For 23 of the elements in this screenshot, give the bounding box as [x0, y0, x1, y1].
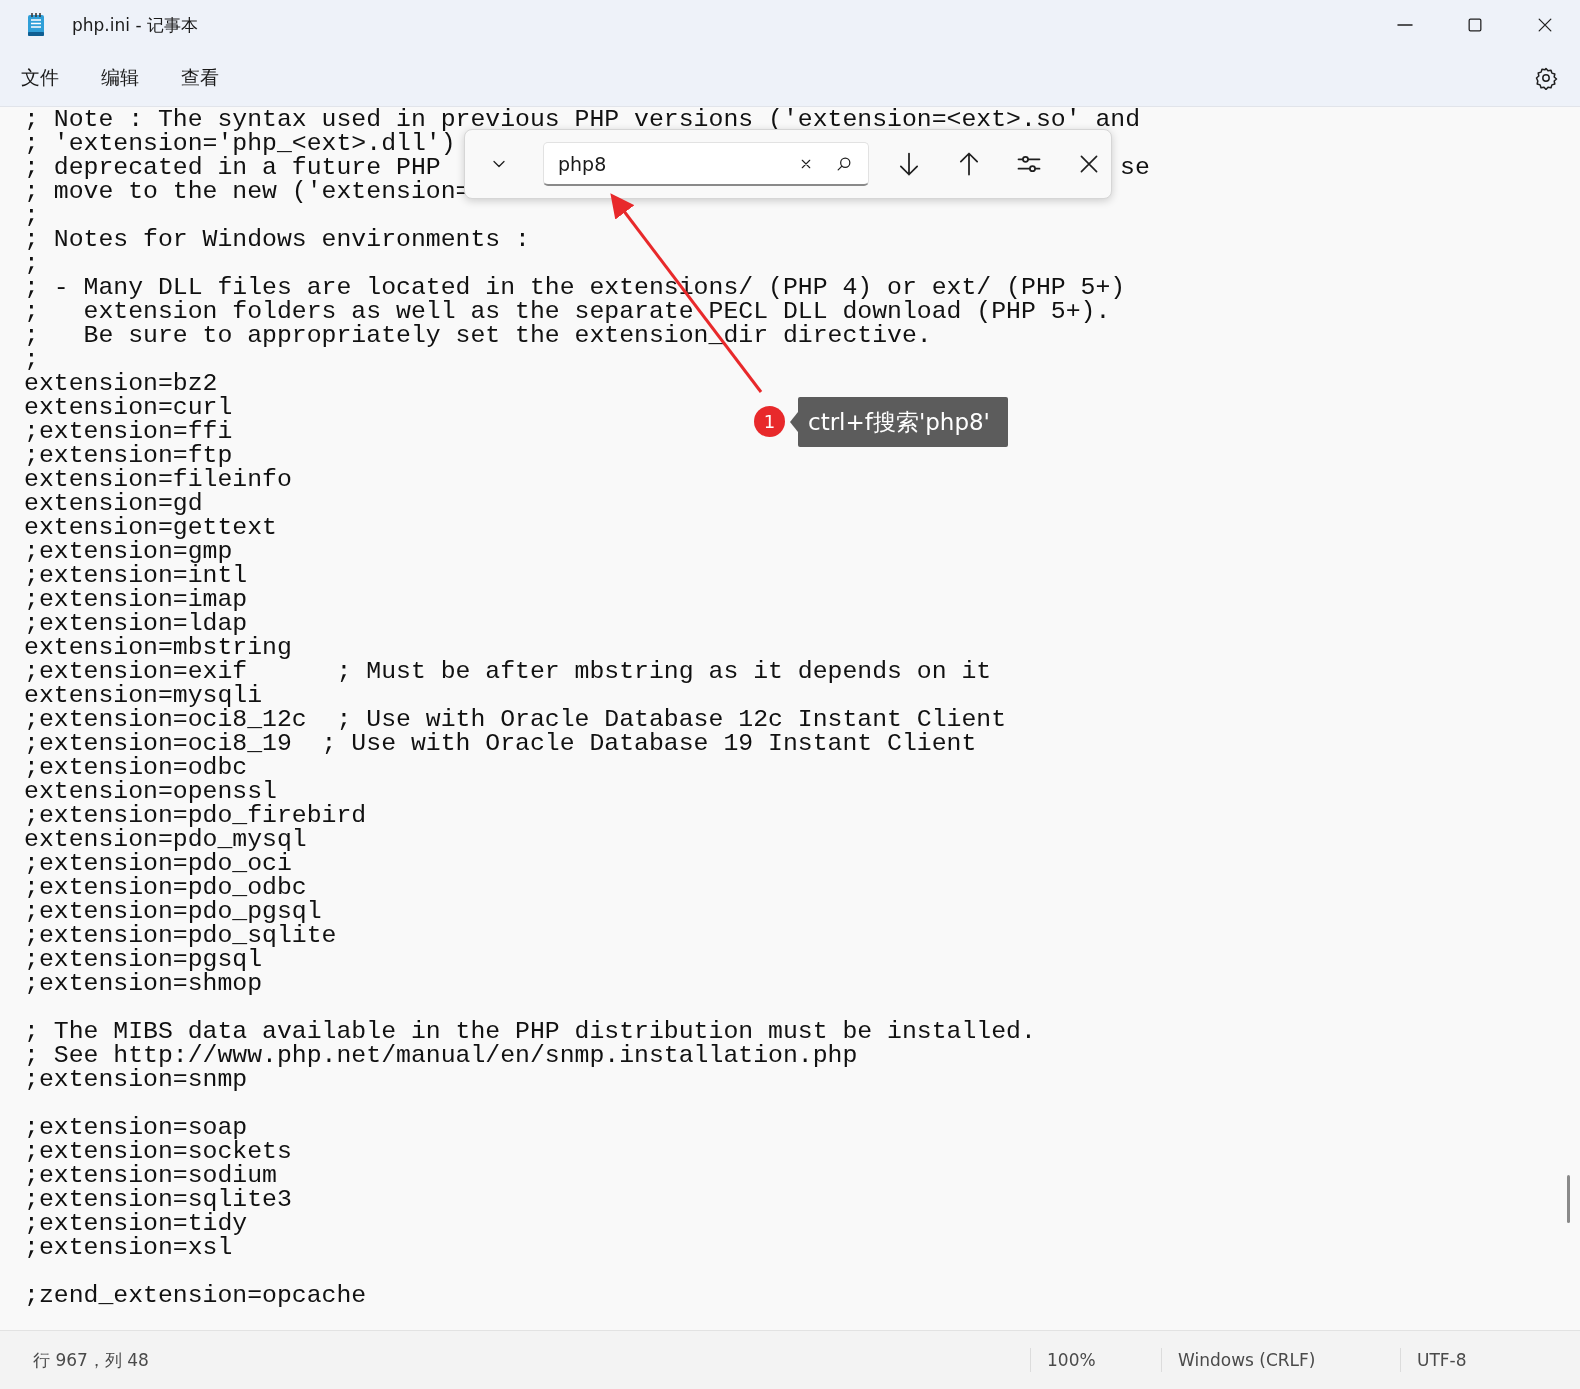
window-title: php.ini - 记事本	[72, 13, 198, 37]
cursor-position: 行 967，列 48	[32, 1348, 150, 1372]
callout: ctrl+f搜索'php8'	[798, 397, 1008, 447]
zoom-level: 100%	[1046, 1350, 1097, 1370]
line-ending: Windows (CRLF)	[1177, 1350, 1317, 1370]
code-line: se	[1120, 155, 1150, 179]
minimize-icon	[1397, 24, 1413, 26]
code-line: ;extension=soap	[24, 1113, 248, 1141]
code-line: ;extension=imap	[24, 585, 248, 613]
settings-icon[interactable]	[1534, 66, 1558, 90]
search-field[interactable]: php8	[543, 142, 869, 186]
code-line: extension=gd	[24, 489, 203, 517]
notepad-icon	[26, 13, 46, 37]
callout-pointer	[790, 412, 798, 432]
code-line: ;extension=xsl	[24, 1233, 233, 1261]
menu-item[interactable]: 编辑	[91, 59, 149, 97]
code-line: ;zend_extension=opcache	[24, 1281, 367, 1309]
encoding: UTF-8	[1416, 1350, 1467, 1370]
menu-item[interactable]: 查看	[171, 59, 229, 97]
code-line: ; Note : The syntax used in previous PHP versions ('extension=<ext>.so' and	[24, 105, 1141, 133]
code-line: extension=mysqli	[24, 681, 263, 709]
menu-item[interactable]: 文件	[11, 59, 69, 97]
scrollbar-thumb[interactable]	[1567, 1175, 1570, 1223]
